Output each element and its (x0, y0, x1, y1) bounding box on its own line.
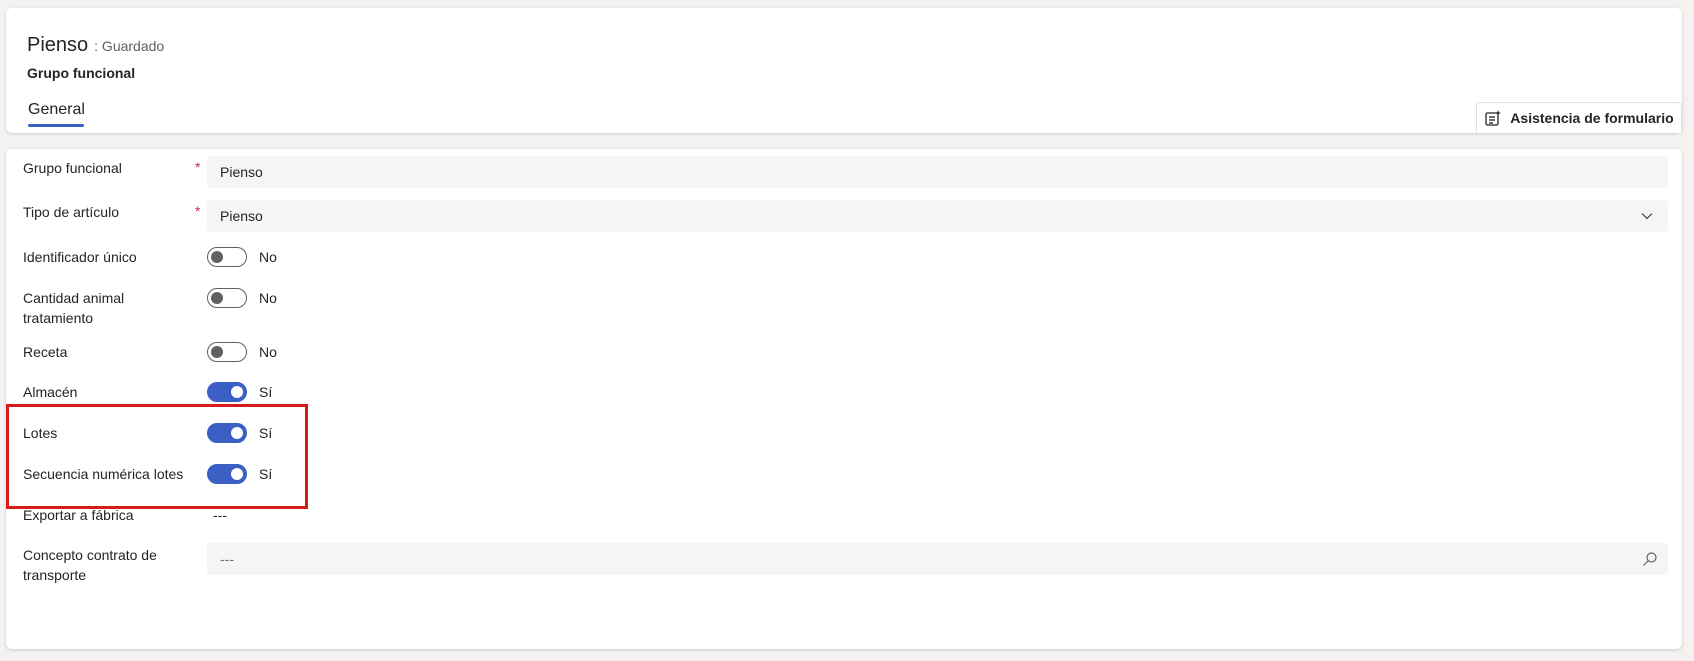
cantidad-animal-value: No (259, 290, 277, 306)
grupo-funcional-input[interactable]: Pienso (207, 156, 1668, 188)
exportar-value[interactable]: --- (213, 507, 227, 523)
identificador-unico-toggle[interactable] (207, 247, 247, 267)
toggle-knob (211, 292, 223, 304)
exportar-label: Exportar a fábrica (23, 507, 134, 523)
form-assist-label: Asistencia de formulario (1510, 110, 1674, 126)
concepto-placeholder: --- (220, 551, 234, 567)
cantidad-animal-label-line1: Cantidad animal (23, 290, 125, 306)
form-header: Pienso : Guardado Grupo funcional Genera… (6, 8, 1682, 133)
concepto-label-line1: Concepto contrato de (23, 547, 157, 563)
general-section: Grupo funcional * Pienso Tipo de artícul… (6, 149, 1682, 649)
title-row: Pienso : Guardado (27, 34, 164, 57)
receta-value: No (259, 344, 277, 360)
receta-label: Receta (23, 344, 68, 360)
cantidad-animal-toggle[interactable] (207, 288, 247, 308)
grupo-funcional-label: Grupo funcional (23, 160, 122, 176)
cantidad-animal-label-line2: tratamiento (23, 310, 94, 326)
toggle-knob (211, 251, 223, 263)
tipo-articulo-value: Pienso (220, 208, 263, 224)
concepto-label-line2: transporte (23, 567, 87, 583)
tipo-articulo-label: Tipo de artículo (23, 204, 119, 220)
grupo-funcional-value: Pienso (220, 164, 263, 180)
tab-selected-indicator (28, 124, 84, 127)
record-title: Pienso (27, 34, 89, 56)
toggle-knob (211, 346, 223, 358)
form-assist-icon (1485, 110, 1502, 126)
search-icon[interactable] (1642, 551, 1658, 567)
almacen-value: Sí (259, 384, 273, 400)
tab-general[interactable]: General (28, 101, 85, 119)
highlight-box (6, 404, 308, 509)
almacen-label: Almacén (23, 384, 78, 400)
tipo-articulo-select[interactable]: Pienso (207, 200, 1668, 232)
required-marker: * (195, 159, 201, 175)
almacen-toggle[interactable] (207, 382, 247, 402)
cantidad-animal-label: Cantidad animal tratamiento (23, 288, 124, 328)
form-assist-button[interactable]: Asistencia de formulario (1476, 102, 1682, 133)
concepto-label: Concepto contrato de transporte (23, 545, 157, 585)
concepto-lookup-input[interactable]: --- (207, 543, 1668, 575)
entity-type: Grupo funcional (27, 65, 136, 81)
receta-toggle[interactable] (207, 342, 247, 362)
identificador-unico-value: No (259, 249, 277, 265)
chevron-down-icon (1641, 213, 1653, 220)
identificador-unico-label: Identificador único (23, 249, 137, 265)
save-status: : Guardado (94, 38, 165, 54)
toggle-knob (231, 386, 243, 398)
required-marker: * (195, 203, 201, 219)
